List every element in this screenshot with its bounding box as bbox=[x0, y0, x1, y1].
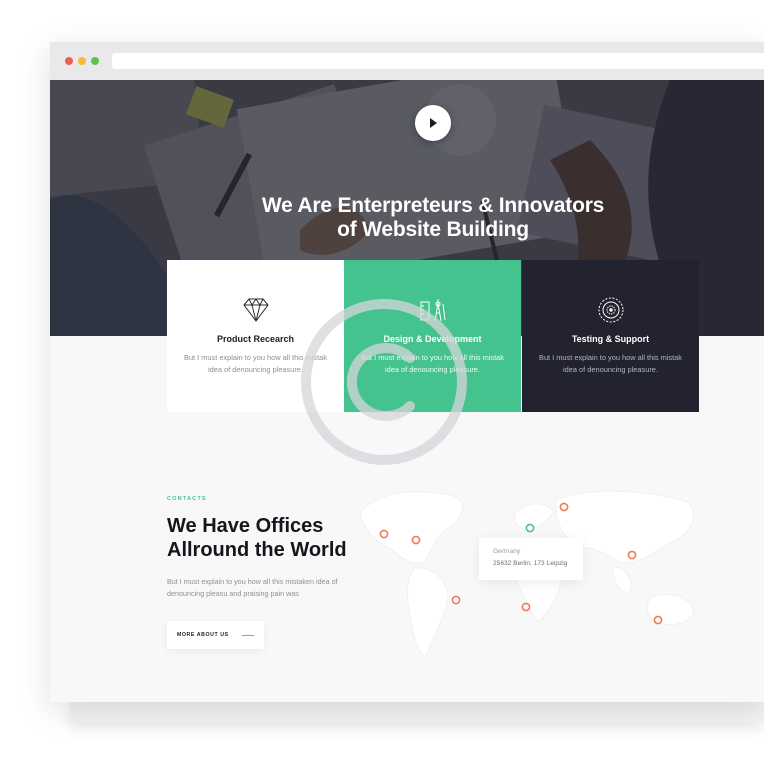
design-tools-icon bbox=[420, 299, 446, 322]
arrow-line-icon bbox=[242, 634, 254, 636]
play-video-button[interactable] bbox=[415, 105, 451, 141]
office-address: 25632 Berlin, 173 Leipzig bbox=[493, 560, 568, 567]
service-description: But I must explain to you how all this m… bbox=[539, 353, 682, 374]
office-marker[interactable] bbox=[559, 502, 569, 512]
office-marker[interactable] bbox=[411, 535, 421, 545]
diamond-icon bbox=[243, 298, 269, 322]
office-marker-active[interactable] bbox=[525, 523, 535, 533]
target-circles-icon bbox=[598, 297, 624, 323]
office-marker[interactable] bbox=[653, 615, 663, 625]
browser-toolbar bbox=[50, 42, 764, 80]
more-about-us-label: MORE ABOUT US bbox=[177, 632, 229, 638]
services-cards: Product Recearch But I must explain to y… bbox=[167, 260, 699, 412]
close-window-dot[interactable] bbox=[65, 57, 73, 65]
hero-title-line-1: We Are Enterpreteurs & Innovators bbox=[261, 194, 605, 217]
office-marker[interactable] bbox=[451, 595, 461, 605]
browser-window: We Are Enterpreteurs & Innovators of Web… bbox=[50, 42, 764, 702]
address-bar[interactable] bbox=[112, 53, 764, 69]
office-marker[interactable] bbox=[379, 529, 389, 539]
background-sheet bbox=[70, 700, 764, 722]
more-about-us-button[interactable]: MORE ABOUT US bbox=[167, 621, 264, 649]
service-title: Testing & Support bbox=[571, 334, 650, 344]
minimize-window-dot[interactable] bbox=[78, 57, 86, 65]
hero-title-line-2: of Website Building bbox=[337, 218, 529, 241]
service-description: But I must explain to you how all this m… bbox=[184, 353, 327, 374]
service-card-research[interactable]: Product Recearch But I must explain to y… bbox=[167, 260, 344, 412]
service-card-testing[interactable]: Testing & Support But I must explain to … bbox=[522, 260, 699, 412]
hero-title: We Are Enterpreteurs & Innovators of Web… bbox=[50, 194, 764, 242]
service-title: Design & Development bbox=[383, 334, 482, 344]
maximize-window-dot[interactable] bbox=[91, 57, 99, 65]
service-card-design[interactable]: Design & Development But I must explain … bbox=[344, 260, 521, 412]
service-description: But I must explain to you how all this m… bbox=[361, 353, 504, 374]
office-marker[interactable] bbox=[521, 602, 531, 612]
office-marker[interactable] bbox=[627, 550, 637, 560]
service-title: Product Recearch bbox=[216, 334, 295, 344]
office-info-card: Germany 25632 Berlin, 173 Leipzig bbox=[479, 538, 583, 580]
play-icon bbox=[430, 118, 437, 128]
office-country: Germany bbox=[493, 548, 521, 555]
contacts-body: But I must explain to you how all this m… bbox=[167, 577, 338, 598]
